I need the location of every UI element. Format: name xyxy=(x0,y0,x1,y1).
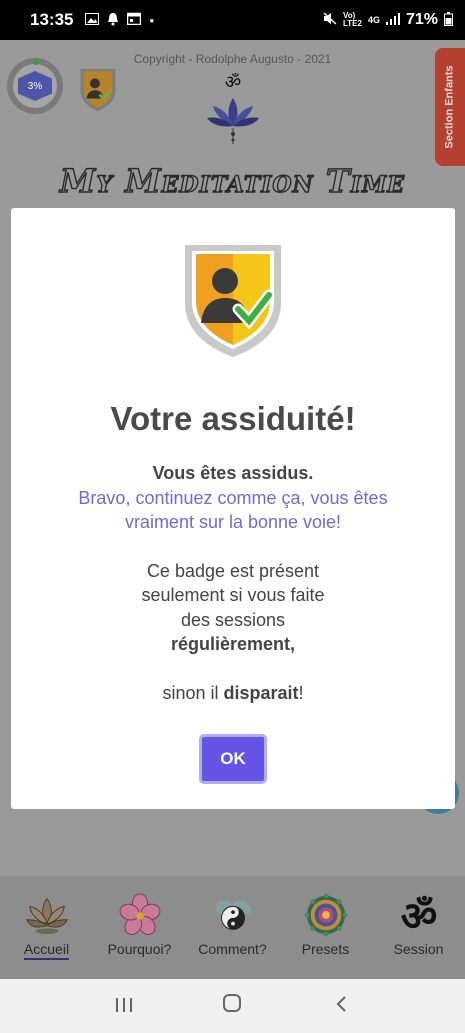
mandala-icon xyxy=(303,892,349,938)
progress-dot xyxy=(33,59,39,65)
nav-item-pourquoi[interactable]: Pourquoi? xyxy=(93,892,186,957)
disparait-suffix: ! xyxy=(298,682,304,703)
nav-label-session: Session xyxy=(393,941,444,957)
bottom-nav: Accueil Pourquoi? Comment? Presets ॐ Ses… xyxy=(0,876,465,979)
status-time: 13:35 xyxy=(30,10,74,29)
status-bar: 13:35 • Vo) LTE2 4G 71% xyxy=(0,0,465,40)
copyright-text: Copyright - Rodolphe Augusto - 2021 xyxy=(133,52,332,66)
badge-dialog: Votre assiduité! Vous êtes assidus. Brav… xyxy=(11,208,455,809)
om-lotus-logo: ॐ xyxy=(205,70,261,146)
modal-body: Vous êtes assidus. Bravo, continuez comm… xyxy=(11,461,455,705)
nav-item-session[interactable]: ॐ Session xyxy=(372,892,465,957)
dot-icon: • xyxy=(149,12,155,28)
gallery-icon xyxy=(85,12,100,28)
disparait-prefix: sinon il xyxy=(162,682,224,703)
modal-line-badge-1: Ce badge est présent xyxy=(146,560,320,581)
progress-indicator[interactable]: 3% xyxy=(7,58,63,114)
volte-icon: Vo) LTE2 xyxy=(342,11,362,28)
system-nav-bar xyxy=(0,979,465,1033)
battery-level: 71% xyxy=(405,11,438,28)
recent-apps-button[interactable] xyxy=(104,993,144,1019)
nav-label-pourquoi: Pourquoi? xyxy=(107,941,172,957)
side-tab-label: Section Enfants xyxy=(444,65,456,149)
assiduity-badge-icon[interactable] xyxy=(79,68,117,112)
status-right: Vo) LTE2 4G 71% xyxy=(323,11,453,29)
back-button[interactable] xyxy=(321,993,361,1019)
battery-icon xyxy=(444,11,453,29)
signal-icon xyxy=(385,12,400,28)
svg-text:ॐ: ॐ xyxy=(225,72,241,93)
flower-icon xyxy=(117,892,163,938)
home-button[interactable] xyxy=(212,993,252,1019)
nav-item-comment[interactable]: Comment? xyxy=(186,892,279,957)
calendar-icon xyxy=(127,12,142,28)
nav-label-accueil: Accueil xyxy=(23,941,70,960)
bell-icon xyxy=(107,12,119,29)
modal-line-assidus: Vous êtes assidus. xyxy=(152,463,314,483)
modal-line-badge-2: seulement si vous faite xyxy=(141,585,325,605)
modal-line-badge-4: régulièrement, xyxy=(170,634,296,654)
app-title: My Meditation Time xyxy=(59,161,406,200)
notification-icons: • xyxy=(85,12,154,29)
mute-icon xyxy=(323,12,337,28)
modal-line-badge-3: des sessions xyxy=(180,609,286,630)
lotus-icon xyxy=(24,892,70,938)
yin-yang-icon xyxy=(210,892,256,938)
section-enfants-tab[interactable]: Section Enfants xyxy=(435,48,465,166)
modal-line-bravo-1: Bravo, continuez comme ça, vous êtes xyxy=(78,487,388,508)
disparait-word: disparait xyxy=(223,682,299,703)
progress-percent: 3% xyxy=(18,71,52,101)
assiduity-shield-icon xyxy=(183,243,283,358)
ok-button[interactable]: OK xyxy=(199,734,267,784)
nav-label-presets: Presets xyxy=(301,941,350,957)
nav-item-presets[interactable]: Presets xyxy=(279,892,372,957)
modal-title: Votre assiduité! xyxy=(110,400,356,437)
network-type: 4G xyxy=(367,15,380,25)
om-icon: ॐ xyxy=(396,892,442,938)
svg-text:ॐ: ॐ xyxy=(400,894,436,938)
nav-item-accueil[interactable]: Accueil xyxy=(0,892,93,960)
nav-label-comment: Comment? xyxy=(198,941,267,957)
modal-line-disparait: sinon il disparait! xyxy=(11,681,455,706)
modal-line-bravo-2: vraiment sur la bonne voie! xyxy=(124,512,342,532)
